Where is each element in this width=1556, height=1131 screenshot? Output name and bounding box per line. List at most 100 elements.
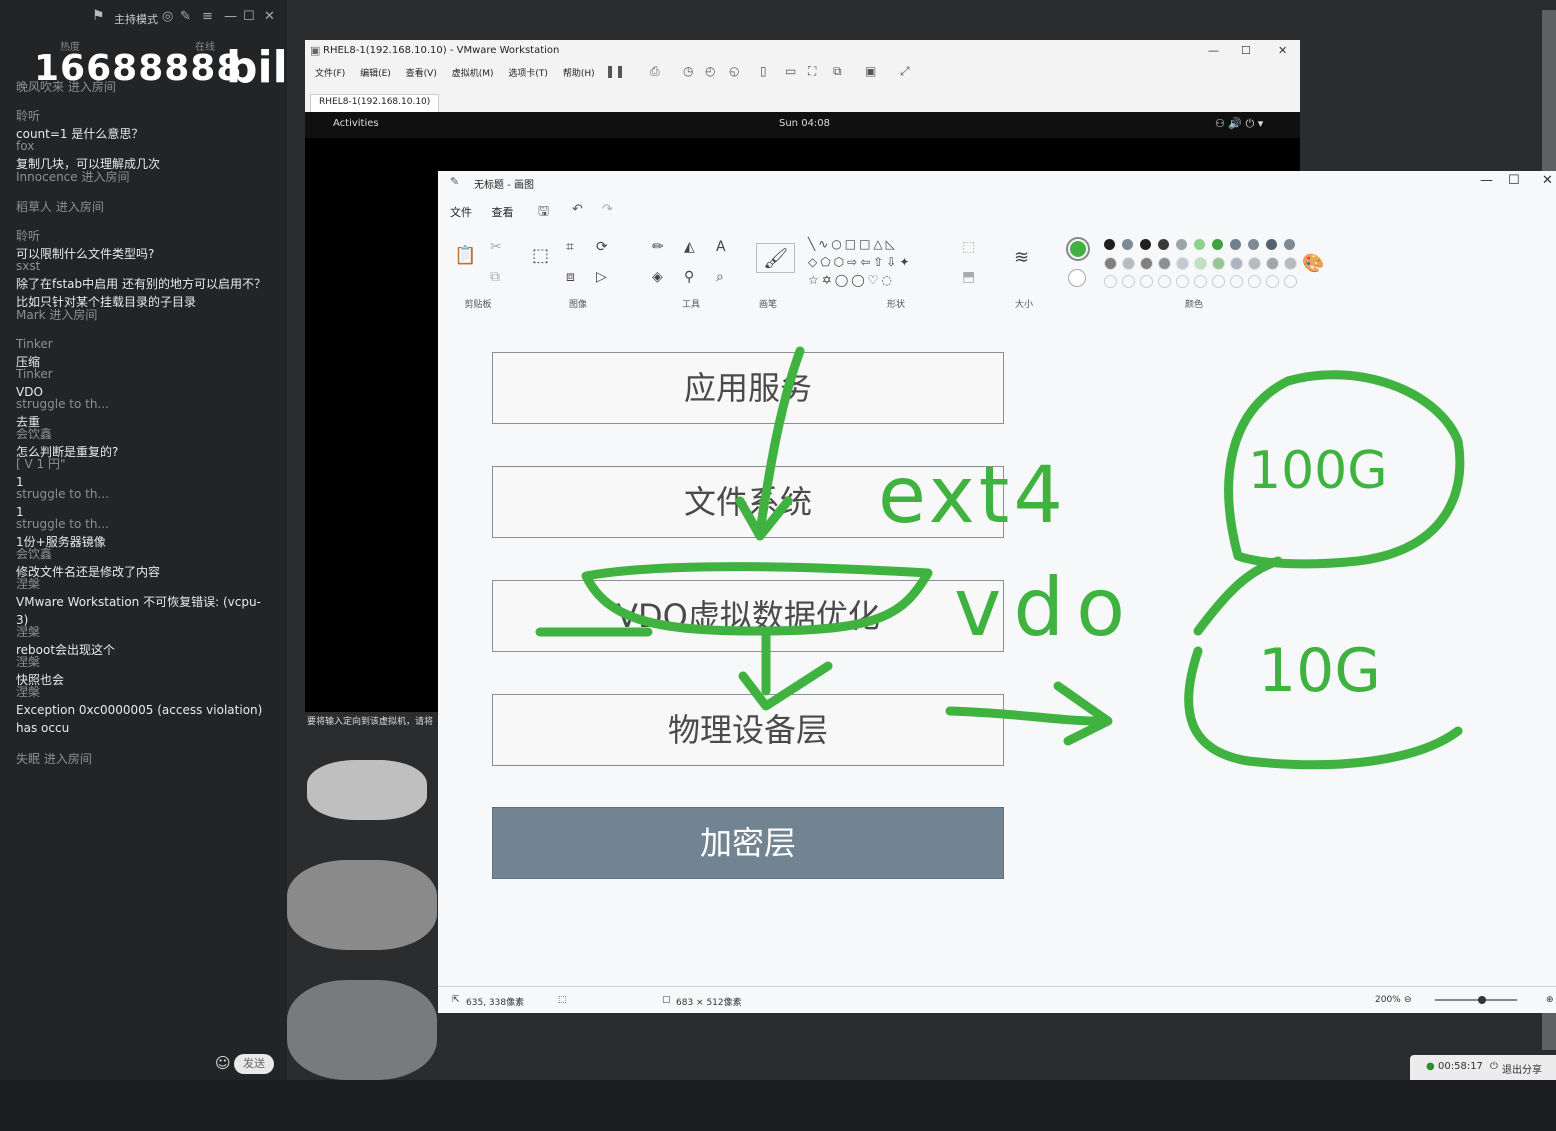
guest-clock[interactable]: Sun 04:08 — [779, 118, 830, 129]
color-picker-icon[interactable]: ⚲ — [684, 269, 694, 285]
zoom-in-icon[interactable]: ⊕ — [1546, 995, 1554, 1005]
shapes-row2-icon[interactable]: ◇⬠⬡⇨⇦⇧⇩✦ — [808, 255, 912, 269]
vmware-menu-tabs[interactable]: 选项卡(T) — [508, 69, 548, 79]
palette-color[interactable] — [1140, 275, 1153, 288]
size-icon[interactable]: ≋ — [1014, 247, 1029, 268]
flip-icon[interactable]: ▷ — [596, 269, 607, 285]
palette-color[interactable] — [1176, 239, 1187, 250]
close-icon[interactable]: ✕ — [264, 9, 275, 24]
shapes-row3-icon[interactable]: ☆✡◯◯♡◌ — [808, 273, 895, 287]
snapshot-icon[interactable]: ◷ — [683, 64, 693, 78]
palette-color[interactable] — [1266, 257, 1279, 270]
send-keys-icon[interactable]: ⎙ — [650, 64, 660, 79]
palette-color[interactable] — [1248, 275, 1261, 288]
pencil-icon[interactable]: ✏ — [652, 239, 664, 255]
edit-icon[interactable]: ✎ — [180, 9, 191, 24]
system-tray-icon[interactable]: ⚇ 🔊 ⏻ ▾ — [1215, 117, 1263, 131]
library-icon[interactable]: ▯ — [760, 64, 767, 78]
palette-color[interactable] — [1158, 239, 1169, 250]
zoom-slider-thumb[interactable] — [1478, 996, 1486, 1004]
manage-snapshots-icon[interactable]: ◵ — [729, 64, 739, 78]
vmware-menu-edit[interactable]: 编辑(E) — [360, 69, 391, 79]
send-button[interactable]: 发送 — [234, 1054, 274, 1074]
activities-button[interactable]: Activities — [333, 118, 379, 129]
palette-color[interactable] — [1122, 275, 1135, 288]
palette-color[interactable] — [1104, 275, 1117, 288]
palette-color[interactable] — [1266, 239, 1277, 250]
console-icon[interactable]: ▭ — [785, 64, 796, 78]
menu-icon[interactable]: ≡ — [202, 9, 213, 24]
palette-color[interactable] — [1248, 257, 1261, 270]
palette-color[interactable] — [1176, 257, 1189, 270]
palette-color[interactable] — [1194, 239, 1205, 250]
stretch-icon[interactable]: ⤢ — [900, 64, 910, 79]
save-icon[interactable]: 🖫 — [538, 202, 549, 224]
shape-fill-icon[interactable]: ⬒ — [962, 269, 975, 285]
vmware-menu-view[interactable]: 查看(V) — [406, 69, 437, 79]
copy-icon[interactable]: ⧉ — [490, 269, 500, 285]
palette-color[interactable] — [1194, 257, 1207, 270]
palette-color[interactable] — [1140, 239, 1151, 250]
revert-icon[interactable]: ◴ — [705, 64, 715, 78]
palette-color[interactable] — [1230, 257, 1243, 270]
palette-color[interactable] — [1248, 239, 1259, 250]
text-icon[interactable]: A — [716, 239, 726, 255]
stop-share-button[interactable]: 退出分享 — [1502, 1061, 1542, 1076]
select-icon[interactable]: ⬚ — [532, 245, 549, 266]
palette-color[interactable] — [1230, 239, 1241, 250]
palette-color[interactable] — [1212, 275, 1225, 288]
paint-minimize-button[interactable]: — — [1480, 173, 1493, 188]
paste-icon[interactable]: 📋 — [454, 245, 476, 266]
palette-color[interactable] — [1140, 257, 1153, 270]
outline-icon[interactable]: ⬚ — [962, 239, 975, 255]
palette-color[interactable] — [1212, 257, 1225, 270]
palette-color[interactable] — [1266, 275, 1279, 288]
settings-icon[interactable]: ◎ — [162, 9, 173, 24]
vmware-menu-file[interactable]: 文件(F) — [315, 69, 345, 79]
crop-icon[interactable]: ⌗ — [566, 239, 574, 255]
palette-color[interactable] — [1284, 239, 1295, 250]
paint-menu-file[interactable]: 文件 — [450, 206, 472, 219]
palette-color[interactable] — [1122, 257, 1135, 270]
minimize-icon[interactable]: — — [224, 9, 237, 24]
vmware-menu-help[interactable]: 帮助(H) — [563, 69, 595, 79]
pause-icon[interactable]: ❚❚ — [605, 64, 625, 78]
undo-icon[interactable]: ↶ — [572, 202, 583, 217]
fill-icon[interactable]: ◭ — [684, 239, 695, 255]
palette-color[interactable] — [1176, 275, 1189, 288]
palette-color[interactable] — [1194, 275, 1207, 288]
fullscreen-icon[interactable]: ⛶ — [808, 64, 816, 79]
paint-maximize-button[interactable]: ☐ — [1508, 173, 1520, 188]
unity-icon[interactable]: ⧉ — [833, 64, 842, 79]
palette-color[interactable] — [1158, 275, 1171, 288]
resize-icon[interactable]: ⧈ — [566, 269, 575, 285]
zoom-slider[interactable] — [1435, 999, 1517, 1001]
palette-color[interactable] — [1158, 257, 1171, 270]
vmware-close-button[interactable]: ✕ — [1278, 44, 1287, 57]
shapes-gallery-icon[interactable]: ╲∿○□□△◺ — [808, 237, 898, 251]
paint-close-button[interactable]: ✕ — [1542, 173, 1553, 188]
eraser-icon[interactable]: ◈ — [652, 269, 663, 285]
vmware-minimize-button[interactable]: — — [1208, 44, 1219, 57]
color-palette[interactable] — [1104, 239, 1297, 289]
vmware-menu-vm[interactable]: 虚拟机(M) — [452, 69, 494, 79]
brush-icon[interactable]: 🖌 — [756, 243, 796, 273]
palette-color[interactable] — [1230, 275, 1243, 288]
cut-icon[interactable]: ✂ — [490, 239, 502, 255]
paint-menu-view[interactable]: 查看 — [492, 206, 514, 219]
color1-swatch[interactable] — [1066, 237, 1090, 261]
maximize-icon[interactable]: ☐ — [243, 9, 255, 24]
palette-color[interactable] — [1284, 275, 1297, 288]
palette-color[interactable] — [1122, 239, 1133, 250]
vmware-maximize-button[interactable]: ☐ — [1241, 44, 1251, 57]
zoom-out-icon[interactable]: ⊖ — [1404, 995, 1412, 1005]
rotate-icon[interactable]: ⟳ — [596, 239, 608, 255]
palette-color[interactable] — [1284, 257, 1297, 270]
edit-colors-icon[interactable]: 🎨 — [1302, 253, 1324, 274]
emoji-icon[interactable]: ☺ — [215, 1054, 231, 1072]
palette-color[interactable] — [1212, 239, 1223, 250]
redo-icon[interactable]: ↷ — [602, 202, 613, 217]
terminal-icon[interactable]: ▣ — [865, 64, 876, 78]
palette-color[interactable] — [1104, 239, 1115, 250]
palette-color[interactable] — [1104, 257, 1117, 270]
